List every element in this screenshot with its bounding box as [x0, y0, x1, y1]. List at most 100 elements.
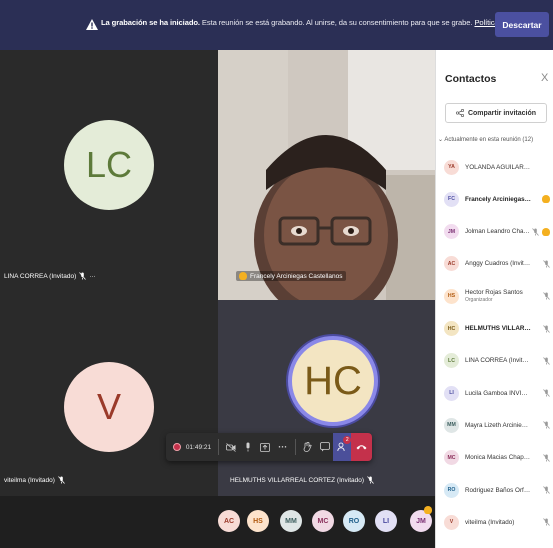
raise-hand-icon[interactable]	[298, 433, 315, 461]
participant-name: YOLANDA AGUILAR - PERSONERI...	[465, 163, 531, 171]
mic-off-icon	[543, 453, 550, 462]
participant-strip: AC HS MM MC RO LI JM	[0, 496, 435, 548]
mic-off-icon	[543, 324, 550, 333]
participant-info: Jolman Leandro Chav...	[465, 228, 531, 235]
participant-name: Anggy Cuadros (Invitado)	[465, 260, 531, 268]
participant-name: Hector Rojas Santos	[465, 289, 523, 297]
divider	[217, 439, 219, 455]
avatar: LC	[444, 353, 459, 369]
participant-list-item[interactable]: FC Francely Arciniegas Caste...	[444, 186, 553, 212]
participant-status-icons	[543, 324, 553, 333]
camera-video	[218, 50, 435, 300]
strip-avatar[interactable]: LI	[375, 510, 397, 532]
strip-avatar[interactable]: AC	[218, 510, 240, 532]
close-icon[interactable]: X	[541, 72, 548, 84]
panel-title: Contactos	[445, 73, 497, 85]
participant-name: HELMUTHS VILLARREAL CORTEZ (Invitado)	[230, 476, 365, 484]
contacts-panel: Contactos X Compartir invitación ⌄ Actua…	[435, 50, 553, 548]
participant-role: Organizador	[465, 297, 493, 304]
participant-list-item[interactable]: HS Hector Rojas Santos Organizador	[444, 283, 553, 309]
avatar: YA	[444, 159, 459, 175]
participants-icon[interactable]: 2	[333, 433, 352, 461]
chat-icon[interactable]	[316, 433, 333, 461]
banner-bold-text: La grabación se ha iniciado.	[101, 18, 200, 27]
strip-avatar-initials: JM	[416, 517, 426, 525]
participant-name: Monica Macias Chaparro	[465, 454, 531, 462]
participant-status-icons	[543, 421, 553, 430]
participant-label: LINA CORREA (Invitado) ···	[4, 272, 96, 280]
participant-list-item[interactable]: LI Lucila Gamboa INVISBU (Invi...	[444, 380, 553, 406]
participant-list-item[interactable]: RO Rodriguez Baños Orfelina	[444, 477, 553, 503]
share-screen-icon[interactable]	[257, 433, 274, 461]
participant-label: HELMUTHS VILLARREAL CORTEZ (Invitado)	[230, 476, 374, 484]
participant-label: Francely Arciniegas Castellanos	[236, 271, 346, 281]
participant-name: Francely Arciniegas Castellanos	[250, 272, 343, 280]
participant-status-icons	[543, 486, 553, 494]
share-invite-label: Compartir invitación	[467, 109, 537, 117]
raised-hand-icon	[239, 272, 247, 280]
participant-list-item[interactable]: Vviteilma (Invitado)	[444, 509, 553, 535]
mic-off-icon	[58, 476, 65, 484]
avatar: V	[64, 362, 154, 452]
participant-name: HELMUTHS VILLARREAL C...	[465, 325, 531, 332]
raised-hand-icon	[424, 506, 432, 514]
dismiss-button[interactable]: Descartar	[495, 12, 549, 37]
avatar: V	[444, 514, 459, 530]
participant-info: Francely Arciniegas Caste...	[465, 196, 531, 203]
strip-avatar[interactable]: RO	[343, 510, 365, 532]
mic-icon[interactable]	[239, 433, 256, 461]
participant-status-icons	[543, 518, 553, 527]
strip-avatar-initials: LI	[382, 517, 390, 525]
participant-info: Monica Macias Chaparro	[465, 454, 531, 461]
recording-indicator-icon	[173, 443, 181, 451]
participant-info: Hector Rojas Santos Organizador	[465, 289, 531, 303]
mic-off-icon	[532, 227, 539, 236]
hang-up-button[interactable]	[350, 433, 373, 461]
more-actions-icon[interactable]: ···	[274, 433, 291, 461]
avatar: MC	[444, 450, 459, 466]
participant-status-icons	[543, 292, 553, 300]
participant-name: Rodriguez Baños Orfelina	[465, 486, 531, 494]
participant-status-icons	[543, 357, 553, 365]
meeting-controls: 01:49:21 ··· 2	[166, 433, 373, 461]
share-invite-button[interactable]: Compartir invitación	[445, 103, 547, 123]
strip-avatar[interactable]: MC	[312, 510, 334, 532]
participant-list-item[interactable]: HC HELMUTHS VILLARREAL C...	[444, 316, 553, 342]
in-meeting-section[interactable]: ⌄ Actualmente en esta reunión (12)	[438, 136, 533, 143]
banner-text: Esta reunión se está grabando. Al unirse…	[199, 18, 475, 27]
mic-off-icon	[543, 357, 550, 365]
participants-count-badge: 2	[343, 436, 352, 444]
mic-off-icon	[543, 486, 550, 494]
participant-label: viteilma (Invitado)	[4, 476, 65, 484]
strip-avatar[interactable]: MM	[280, 510, 302, 532]
video-tile-lina-correa[interactable]: LC LINA CORREA (Invitado) ···	[0, 50, 218, 300]
avatar: RO	[444, 482, 459, 498]
participant-list-item[interactable]: YA YOLANDA AGUILAR - PERSONERI...	[444, 154, 553, 180]
participant-info: viteilma (Invitado)	[465, 519, 531, 526]
participant-info: Lucila Gamboa INVISBU (Invi...	[465, 390, 531, 397]
participant-list-item[interactable]: JM Jolman Leandro Chav...	[444, 219, 553, 245]
participant-status-icons	[543, 389, 553, 397]
participant-name: Jolman Leandro Chav...	[465, 228, 531, 236]
video-tile-francely-arciniegas[interactable]: Francely Arciniegas Castellanos	[218, 50, 435, 300]
participant-list-item[interactable]: MC Monica Macias Chaparro	[444, 445, 553, 471]
participant-list-item[interactable]: LC LINA CORREA (Invitado)	[444, 348, 553, 374]
more-options-icon[interactable]: ···	[89, 273, 96, 280]
participant-name: Francely Arciniegas Caste...	[465, 195, 531, 203]
strip-avatar-initials: MC	[317, 517, 329, 525]
participant-list-item[interactable]: AC Anggy Cuadros (Invitado)	[444, 251, 553, 277]
video-tile-helmuths-villarreal[interactable]: HC HELMUTHS VILLARREAL CORTEZ (Invitado)	[218, 300, 435, 496]
participant-info: Anggy Cuadros (Invitado)	[465, 260, 531, 267]
strip-avatar-initials: RO	[348, 517, 360, 525]
strip-avatar[interactable]: HS	[247, 510, 269, 532]
strip-avatar-initials: MM	[285, 517, 297, 525]
avatar: HC	[288, 336, 378, 426]
mic-off-icon	[367, 476, 374, 484]
video-tile-viteilma[interactable]: V viteilma (Invitado)	[0, 300, 218, 496]
participant-list-item[interactable]: MM Mayra Lizeth Arciniegas Mos...	[444, 412, 553, 438]
participant-info: HELMUTHS VILLARREAL C...	[465, 325, 531, 332]
banner-message: La grabación se ha iniciado. Esta reunió…	[101, 18, 545, 27]
camera-off-icon[interactable]	[222, 433, 239, 461]
participant-status-icons	[543, 453, 553, 462]
mic-off-icon	[543, 389, 550, 397]
